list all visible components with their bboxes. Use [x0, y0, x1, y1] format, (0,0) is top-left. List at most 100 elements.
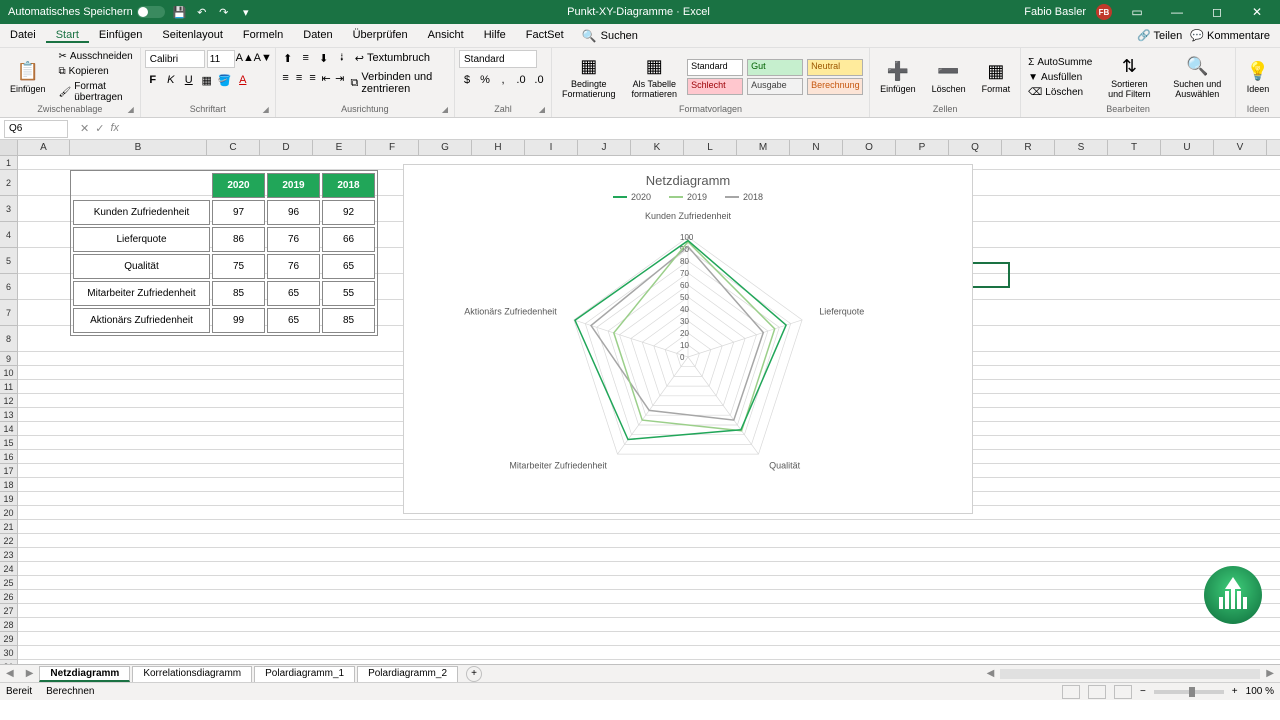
fill-button[interactable]: ▼Ausfüllen	[1025, 71, 1095, 84]
legend-item[interactable]: 2019	[669, 192, 707, 202]
row-header[interactable]: 29	[0, 632, 18, 646]
cond-format-button[interactable]: ▦ Bedingte Formatierung	[556, 50, 622, 104]
comments-button[interactable]: 💬 Kommentare	[1190, 29, 1270, 42]
floating-logo[interactable]	[1204, 566, 1262, 624]
row-label[interactable]: Mitarbeiter Zufriedenheit	[73, 281, 210, 306]
currency-icon[interactable]: $	[459, 72, 475, 88]
sheet-tab[interactable]: Polardiagramm_1	[254, 666, 355, 682]
name-box[interactable]	[4, 120, 68, 138]
col-header-F[interactable]: F	[366, 140, 419, 155]
zoom-in-icon[interactable]: +	[1232, 686, 1238, 697]
col-header-M[interactable]: M	[737, 140, 790, 155]
row-header[interactable]: 2	[0, 170, 18, 196]
qat-customize-icon[interactable]: ▾	[239, 5, 253, 19]
data-cell[interactable]: 85	[212, 281, 265, 306]
col-header-R[interactable]: R	[1002, 140, 1055, 155]
tab-datei[interactable]: Datei	[0, 29, 46, 41]
col-header[interactable]: 2018	[322, 173, 375, 198]
zoom-level[interactable]: 100 %	[1246, 686, 1274, 697]
tab-hilfe[interactable]: Hilfe	[474, 29, 516, 41]
redo-icon[interactable]: ↷	[217, 5, 231, 19]
sheet-tab[interactable]: Korrelationsdiagramm	[132, 666, 252, 682]
undo-icon[interactable]: ↶	[195, 5, 209, 19]
indent-inc-icon[interactable]: ⇥	[334, 70, 346, 86]
data-cell[interactable]: 65	[267, 281, 320, 306]
data-cell[interactable]: 92	[322, 200, 375, 225]
tab-seitenlayout[interactable]: Seitenlayout	[152, 29, 233, 41]
row-header[interactable]: 25	[0, 576, 18, 590]
hscroll-left-icon[interactable]: ◀	[981, 668, 1001, 679]
copy-button[interactable]: ⧉Kopieren	[56, 65, 136, 78]
tab-formeln[interactable]: Formeln	[233, 29, 293, 41]
data-cell[interactable]: 76	[267, 254, 320, 279]
grow-font-icon[interactable]: A▲	[237, 50, 253, 66]
italic-button[interactable]: K	[163, 72, 179, 88]
row-header[interactable]: 19	[0, 492, 18, 506]
row-header[interactable]: 18	[0, 478, 18, 492]
chart-title[interactable]: Netzdiagramm	[404, 165, 972, 188]
row-header[interactable]: 24	[0, 562, 18, 576]
col-header-U[interactable]: U	[1161, 140, 1214, 155]
align-left-icon[interactable]: ≡	[280, 70, 292, 86]
data-cell[interactable]: 65	[267, 308, 320, 333]
col-header-G[interactable]: G	[419, 140, 472, 155]
data-cell[interactable]: 86	[212, 227, 265, 252]
data-cell[interactable]: 85	[322, 308, 375, 333]
radar-plot[interactable]: 0102030405060708090100Kunden Zufriedenhe…	[428, 202, 948, 502]
border-button[interactable]: ▦	[199, 72, 215, 88]
wrap-text-button[interactable]: ↩Textumbruch	[352, 50, 433, 66]
sheet-tab[interactable]: Polardiagramm_2	[357, 666, 458, 682]
col-header-L[interactable]: L	[684, 140, 737, 155]
cell-style-neutral[interactable]: Neutral	[807, 59, 863, 76]
delete-cells-button[interactable]: ➖Löschen	[926, 55, 972, 99]
row-header[interactable]: 15	[0, 436, 18, 450]
row-header[interactable]: 26	[0, 590, 18, 604]
hscroll-bar[interactable]	[1000, 669, 1260, 679]
data-cell[interactable]: 65	[322, 254, 375, 279]
cell-style-standard[interactable]: Standard	[687, 59, 743, 76]
format-painter-button[interactable]: 🖌Format übertragen	[56, 80, 136, 104]
comma-icon[interactable]: ,	[495, 72, 511, 88]
chart-legend[interactable]: 202020192018	[404, 188, 972, 202]
col-header-A[interactable]: A	[18, 140, 70, 155]
autosum-button[interactable]: ΣAutoSumme	[1025, 56, 1095, 69]
cell-style-schlecht[interactable]: Schlecht	[687, 78, 743, 95]
row-header[interactable]: 21	[0, 520, 18, 534]
cancel-formula-icon[interactable]: ✕	[80, 122, 89, 135]
indent-dec-icon[interactable]: ⇤	[320, 70, 332, 86]
percent-icon[interactable]: %	[477, 72, 493, 88]
bold-button[interactable]: F	[145, 72, 161, 88]
data-cell[interactable]: 66	[322, 227, 375, 252]
hscroll-right-icon[interactable]: ▶	[1260, 668, 1280, 679]
maximize-icon[interactable]: ◻	[1202, 2, 1232, 22]
data-cell[interactable]: 55	[322, 281, 375, 306]
row-header[interactable]: 22	[0, 534, 18, 548]
font-name-select[interactable]	[145, 50, 205, 68]
ideas-button[interactable]: 💡Ideen	[1240, 55, 1276, 99]
data-cell[interactable]: 75	[212, 254, 265, 279]
autosave-toggle[interactable]: Automatisches Speichern	[8, 6, 165, 18]
save-icon[interactable]: 💾	[173, 5, 187, 19]
col-header-S[interactable]: S	[1055, 140, 1108, 155]
row-header[interactable]: 11	[0, 380, 18, 394]
row-header[interactable]: 6	[0, 274, 18, 300]
col-header[interactable]: 2019	[267, 173, 320, 198]
legend-item[interactable]: 2018	[725, 192, 763, 202]
tab-daten[interactable]: Daten	[293, 29, 342, 41]
cell-style-berechnung[interactable]: Berechnung	[807, 78, 863, 95]
col-header-B[interactable]: B	[70, 140, 207, 155]
minimize-icon[interactable]: —	[1162, 2, 1192, 22]
share-button[interactable]: 🔗 Teilen	[1137, 29, 1182, 42]
select-all-button[interactable]	[0, 140, 18, 155]
format-cells-button[interactable]: ▦Format	[976, 55, 1017, 99]
paste-button[interactable]: 📋 Einfügen	[4, 55, 52, 99]
tab-überprüfen[interactable]: Überprüfen	[343, 29, 418, 41]
row-header[interactable]: 4	[0, 222, 18, 248]
col-header-C[interactable]: C	[207, 140, 260, 155]
font-color-button[interactable]: A	[235, 72, 251, 88]
tab-ansicht[interactable]: Ansicht	[418, 29, 474, 41]
dec-decimal-icon[interactable]: .0	[531, 72, 547, 88]
col-header-D[interactable]: D	[260, 140, 313, 155]
fx-icon[interactable]: fx	[110, 122, 119, 135]
align-top-icon[interactable]: ⬆	[280, 50, 296, 66]
